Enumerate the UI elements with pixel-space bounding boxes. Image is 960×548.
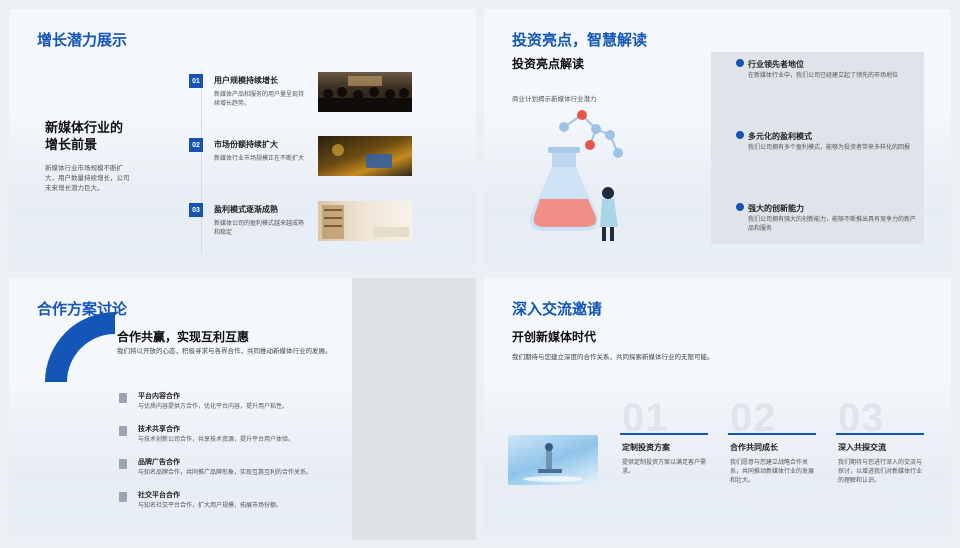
point-description: 我们公司拥有强大的创新能力，能够不断推出具有竞争力的新产品和服务 [748,217,917,232]
audience-silhouette-icon [318,76,412,112]
slide-growth-potential[interactable]: 增长潜力展示 新媒体行业的增长前景 新媒体行业市场规模不断扩大，用户数量持续增长… [9,9,476,271]
column-underline [620,433,708,435]
section-description: 我们期待与您建立深度的合作关系，共同探索新媒体行业的无限可能。 [512,354,714,361]
bullet-dot [736,59,744,67]
column-description: 提供定制投资方案以满足客户需求。 [622,460,707,475]
column-description: 我们愿意与您建立战略合作关系，共同推动新媒体行业的发展和壮大。 [730,460,815,484]
caption: 商业计划揭示新媒体行业潜力 [512,96,597,103]
column-underline [728,433,816,435]
slide-title: 增长潜力展示 [37,32,128,49]
point-title: 行业领先者地位 [748,60,804,69]
item-title: 市场份额持续扩大 [214,140,278,149]
bookshelf-icon [322,205,409,239]
lab-photo [508,435,598,485]
section-description: 我们将以开放的心态，积极寻求与各界合作，共同推动新媒体行业的发展。 [117,348,332,355]
flask-illustration-icon [529,110,623,241]
office-photo [318,201,412,241]
slide-exchange-invitation[interactable]: 深入交流邀请 开创新媒体时代 我们期待与您建立深度的合作关系，共同探索新媒体行业… [484,278,951,540]
column-description: 我们期待与您进行深入的交流与探讨，以增进我们对新媒体行业的理解和认识。 [838,460,923,484]
device-screen-icon [332,144,392,168]
item-number: 01 [189,74,203,88]
section-heading: 新媒体行业的增长前景 [45,120,124,152]
slide-investment-highlights[interactable]: 投资亮点，智慧解读 投资亮点解读 商业计划揭示新媒体行业潜力 行业领先者地位 在… [484,9,951,271]
section-heading: 合作共赢，实现互利互惠 [117,330,250,344]
market-photo [318,136,412,176]
document-icon [119,459,127,469]
item-description: 与知名品牌合作，共同推广品牌形象，实现互惠互利的合作关系。 [138,470,313,476]
item-description: 新媒体公司的盈利模式越来越成熟和稳定 [214,221,305,236]
slide-title: 投资亮点，智慧解读 [512,32,648,49]
document-icon [119,426,127,436]
timeline-line [201,69,202,254]
slide-title: 深入交流邀请 [512,301,603,318]
item-title: 品牌广告合作 [138,459,180,466]
point-title: 强大的创新能力 [748,204,804,213]
item-description: 新媒体行业市场规模正在不断扩大 [214,156,305,162]
item-description: 新媒体产品和服务的用户量呈现持续增长趋势。 [214,92,305,107]
section-heading: 开创新媒体时代 [512,330,597,344]
item-title: 社交平台合作 [138,492,180,499]
item-description: 与技术创新公司合作，共享技术资源，提升平台用户体验。 [138,437,295,443]
column-title: 定制投资方案 [622,443,670,452]
document-icon [119,492,127,502]
item-number: 03 [189,203,203,217]
side-panel [352,278,476,540]
bullet-dot [736,131,744,139]
subtitle: 投资亮点解读 [512,57,585,71]
bullet-dot [736,203,744,211]
document-icon [119,393,127,403]
point-description: 我们公司拥有多个盈利模式，能够为投资者带来多样化的回报 [748,145,911,151]
item-title: 技术共享合作 [138,426,180,433]
point-description: 在新媒体行业中，我们公司已经建立起了领先的市场地位 [748,73,899,79]
item-title: 盈利模式逐渐成熟 [214,205,278,214]
item-title: 用户规模持续增长 [214,76,278,85]
item-description: 与知名社交平台合作，扩大用户规模，拓展市场份额。 [138,503,283,509]
column-underline [836,433,924,435]
point-title: 多元化的盈利模式 [748,132,812,141]
item-number: 02 [189,138,203,152]
item-description: 与优质内容提供方合作，优化平台内容，提升用户粘性。 [138,404,289,410]
slide-cooperation-plan[interactable]: 合作方案讨论 合作共赢，实现互利互惠 我们将以开放的心态，积极寻求与各界合作，共… [9,278,476,540]
audience-photo [318,72,412,112]
column-title: 深入共探交流 [838,443,886,452]
quarter-ring-icon [45,312,115,382]
item-title: 平台内容合作 [138,393,180,400]
section-description: 新媒体行业市场规模不断扩大，用户数量持续增长，公司未来增长潜力巨大。 [45,165,130,192]
column-title: 合作共同成长 [730,443,778,452]
microscope-icon [523,443,583,482]
